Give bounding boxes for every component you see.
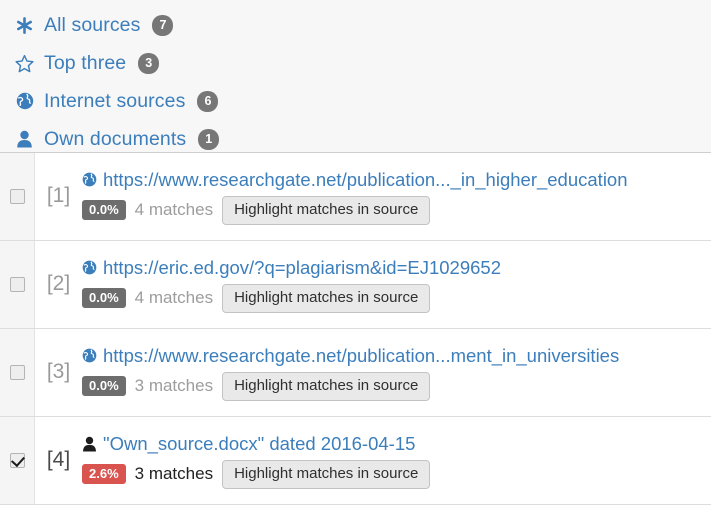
- similarity-badge: 0.0%: [82, 288, 126, 308]
- person-icon: [82, 436, 97, 452]
- row-title-line: https://eric.ed.gov/?q=plagiarism&id=EJ1…: [82, 257, 705, 279]
- source-link[interactable]: https://eric.ed.gov/?q=plagiarism&id=EJ1…: [103, 257, 501, 279]
- match-count: 4 matches: [134, 200, 214, 219]
- similarity-badge: 0.0%: [82, 376, 126, 396]
- row-checkbox[interactable]: [9, 365, 25, 380]
- row-checkbox[interactable]: [9, 189, 25, 204]
- row-title-line: https://www.researchgate.net/publication…: [82, 169, 705, 191]
- globe-icon: [82, 348, 97, 363]
- filter-label: All sources: [44, 13, 141, 36]
- row-body: https://eric.ed.gov/?q=plagiarism&id=EJ1…: [82, 241, 711, 328]
- row-meta-line: 0.0% 4 matches Highlight matches in sour…: [82, 195, 705, 225]
- row-select-cell: [0, 417, 35, 504]
- table-row[interactable]: [2] https://eric.ed.gov/?q=plagiarism&id…: [0, 241, 711, 329]
- row-select-cell: [0, 329, 35, 416]
- row-body: https://www.researchgate.net/publication…: [82, 153, 711, 240]
- filter-count-badge: 7: [152, 14, 174, 36]
- globe-icon: [14, 92, 35, 110]
- row-checkbox[interactable]: [9, 453, 25, 468]
- source-results-panel: All sources 7 Top three 3 Internet sourc…: [0, 0, 711, 508]
- match-count: 3 matches: [134, 376, 214, 395]
- row-title-line: https://www.researchgate.net/publication…: [82, 345, 705, 367]
- row-meta-line: 0.0% 3 matches Highlight matches in sour…: [82, 371, 705, 401]
- source-filter-header: All sources 7 Top three 3 Internet sourc…: [0, 0, 711, 153]
- globe-icon: [82, 260, 97, 275]
- source-results-list: [1] https://www.researchgate.net/publica…: [0, 153, 711, 505]
- similarity-badge: 0.0%: [82, 200, 126, 220]
- filter-all-sources[interactable]: All sources 7: [14, 6, 711, 44]
- highlight-matches-button[interactable]: Highlight matches in source: [222, 459, 431, 489]
- row-checkbox[interactable]: [9, 277, 25, 292]
- highlight-matches-button[interactable]: Highlight matches in source: [222, 283, 431, 313]
- match-count: 3 matches: [134, 464, 214, 483]
- source-link[interactable]: https://www.researchgate.net/publication…: [103, 169, 628, 191]
- highlight-matches-button[interactable]: Highlight matches in source: [222, 195, 431, 225]
- row-index: [1]: [46, 183, 71, 207]
- globe-icon: [82, 172, 97, 187]
- source-link[interactable]: https://www.researchgate.net/publication…: [103, 345, 619, 367]
- filter-label: Own documents: [44, 127, 187, 150]
- filter-label: Top three: [44, 51, 127, 74]
- table-row[interactable]: [3] https://www.researchgate.net/publica…: [0, 329, 711, 417]
- row-index: [2]: [46, 271, 71, 295]
- row-select-cell: [0, 241, 35, 328]
- table-row[interactable]: [1] https://www.researchgate.net/publica…: [0, 153, 711, 241]
- row-body: https://www.researchgate.net/publication…: [82, 329, 711, 416]
- source-link[interactable]: "Own_source.docx" dated 2016-04-15: [103, 433, 415, 455]
- row-select-cell: [0, 153, 35, 240]
- filter-count-badge: 3: [138, 52, 160, 74]
- row-index: [4]: [46, 447, 71, 471]
- similarity-badge: 2.6%: [82, 464, 126, 484]
- filter-internet-sources[interactable]: Internet sources 6: [14, 82, 711, 120]
- row-title-line: "Own_source.docx" dated 2016-04-15: [82, 433, 705, 455]
- highlight-matches-button[interactable]: Highlight matches in source: [222, 371, 431, 401]
- filter-count-badge: 1: [198, 128, 220, 150]
- match-count: 4 matches: [134, 288, 214, 307]
- asterisk-icon: [14, 16, 35, 35]
- star-outline-icon: [14, 54, 35, 73]
- filter-top-three[interactable]: Top three 3: [14, 44, 711, 82]
- filter-count-badge: 6: [197, 90, 219, 112]
- person-icon: [14, 130, 35, 148]
- table-row[interactable]: [4] "Own_source.docx" dated 2016-04-15 2…: [0, 417, 711, 505]
- row-index: [3]: [46, 359, 71, 383]
- row-body: "Own_source.docx" dated 2016-04-15 2.6% …: [82, 417, 711, 504]
- row-meta-line: 0.0% 4 matches Highlight matches in sour…: [82, 283, 705, 313]
- row-meta-line: 2.6% 3 matches Highlight matches in sour…: [82, 459, 705, 489]
- filter-label: Internet sources: [44, 89, 186, 112]
